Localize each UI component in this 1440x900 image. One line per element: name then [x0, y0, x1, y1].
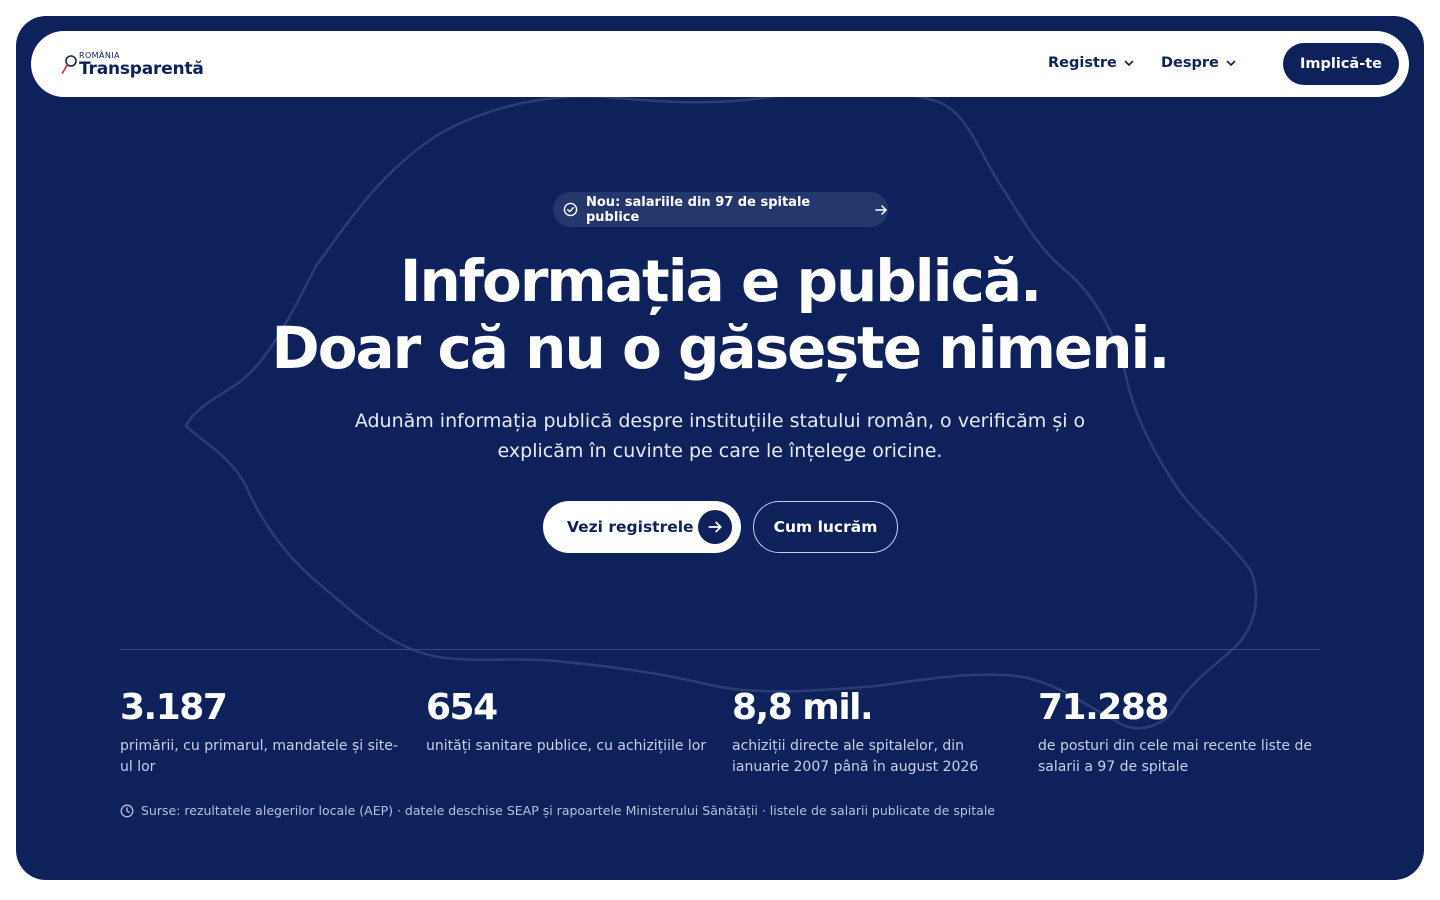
- nav-registre[interactable]: Registre: [1048, 52, 1134, 74]
- stats-divider: [120, 649, 1320, 650]
- nav-despre[interactable]: Despre: [1161, 52, 1236, 74]
- stat-value: 3.187: [120, 687, 228, 728]
- stat-unitati-sanitare: 654 unități sanitare publice, cu achiziț…: [426, 686, 716, 757]
- site-logo[interactable]: ROMÂNIA Transparentă: [59, 49, 219, 81]
- clock-icon: [120, 804, 134, 817]
- check-circle-icon: [563, 202, 578, 217]
- vezi-registrele-button[interactable]: Vezi registrele: [543, 501, 741, 553]
- vezi-registrele-label: Vezi registrele: [567, 518, 694, 536]
- sources-text: Surse: rezultatele alegerilor locale (AE…: [141, 803, 995, 818]
- nav-registre-label: Registre: [1048, 55, 1117, 71]
- hero-section: ROMÂNIA Transparentă Registre Despre Imp…: [16, 16, 1424, 880]
- stat-posturi: 71.288 de posturi din cele mai recente l…: [1038, 686, 1328, 778]
- sources-note: Surse: rezultatele alegerilor locale (AE…: [120, 803, 995, 818]
- badge-text: Nou: salariile din 97 de spitale publice: [586, 194, 811, 225]
- arrow-right-circle-icon: [698, 510, 732, 544]
- stat-value: 8,8 mil.: [732, 687, 874, 728]
- stat-label: achiziții directe ale spitalelor, din ia…: [732, 738, 979, 775]
- headline-line-1: Informația e publică.: [399, 247, 1042, 315]
- hero-headline: Informația e publică. Doar că nu o găseș…: [16, 248, 1424, 382]
- hero-subtitle: Adunăm informația publică despre institu…: [354, 410, 1086, 462]
- magnifier-logo-icon: [61, 55, 77, 74]
- stat-label: de posturi din cele mai recente liste de…: [1038, 738, 1312, 775]
- stat-primarii: 3.187 primării, cu primarul, mandatele ș…: [120, 686, 410, 778]
- top-navbar: ROMÂNIA Transparentă Registre Despre Imp…: [31, 31, 1409, 97]
- cum-lucram-button[interactable]: Cum lucrăm: [753, 501, 898, 553]
- announcement-badge[interactable]: Nou: salariile din 97 de spitale publice: [553, 192, 888, 227]
- stat-value: 71.288: [1038, 687, 1169, 728]
- nav-despre-label: Despre: [1161, 55, 1219, 71]
- chevron-down-icon: [1226, 60, 1236, 66]
- stat-label: primării, cu primarul, mandatele și site…: [120, 738, 398, 775]
- chevron-down-icon: [1124, 60, 1134, 66]
- headline-line-2: Doar că nu o găsește nimeni.: [271, 314, 1171, 382]
- arrow-right-icon: [875, 204, 887, 215]
- logo-name: Transparentă: [79, 59, 204, 79]
- stat-value: 654: [426, 687, 498, 728]
- stat-achizitii: 8,8 mil. achiziții directe ale spitalelo…: [732, 686, 1022, 778]
- stat-label: unități sanitare publice, cu achizițiile…: [426, 738, 707, 754]
- implica-te-button[interactable]: Implică-te: [1283, 43, 1399, 85]
